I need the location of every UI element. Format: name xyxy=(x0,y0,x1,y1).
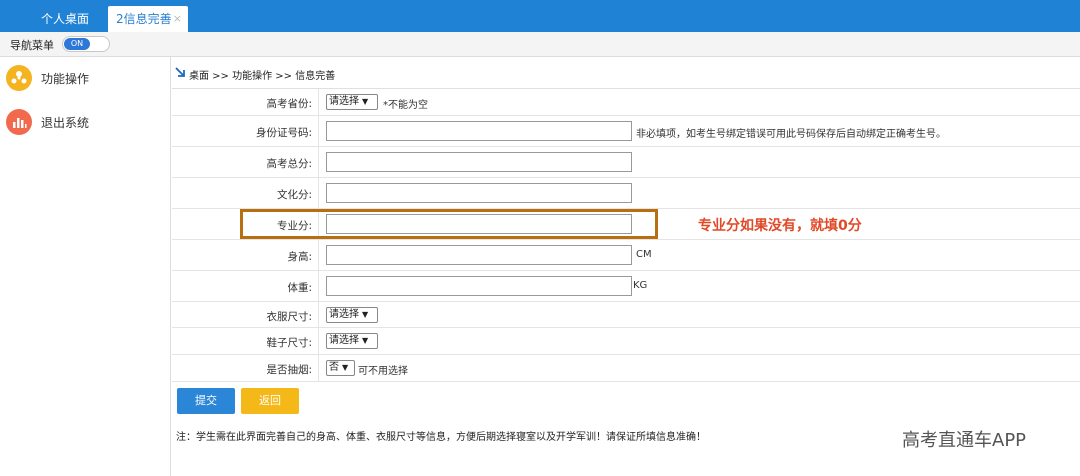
sidebar-item-logout[interactable]: 退出系统 xyxy=(6,109,166,139)
shoe-size-selected-value: 请选择 xyxy=(329,335,359,346)
tab-info-complete-label: 2信息完善 xyxy=(116,12,172,26)
arrow-down-right-icon xyxy=(175,67,185,77)
clothes-size-selected-value: 请选择 xyxy=(329,309,359,320)
id-number-hint: 非必填项，如考生号绑定错误可用此号码保存后自动绑定正确考生号。 xyxy=(636,129,946,140)
total-score-label: 高考总分: xyxy=(266,158,312,170)
smoking-hint: 可不用选择 xyxy=(358,366,408,377)
footer-note: 注：学生需在此界面完善自己的身高、体重、衣服尺寸等信息，方便后期选择寝室以及开学… xyxy=(176,432,706,443)
breadcrumb: 桌面 >> 功能操作 >> 信息完善 xyxy=(172,57,1080,89)
shoe-size-label: 鞋子尺寸: xyxy=(266,337,312,349)
sidebar-item-label: 功能操作 xyxy=(41,72,90,86)
major-score-highlight-box xyxy=(240,209,658,239)
total-score-input[interactable] xyxy=(326,152,632,172)
form-row-id-number: 身份证号码: 非必填项，如考生号绑定错误可用此号码保存后自动绑定正确考生号。 xyxy=(172,116,1080,147)
height-input[interactable] xyxy=(326,245,632,265)
weight-input[interactable] xyxy=(326,276,632,296)
clothes-size-select[interactable]: 请选择 ▼ xyxy=(326,307,378,323)
province-label: 高考省份: xyxy=(266,98,312,110)
chevron-down-icon: ▼ xyxy=(362,310,369,319)
chart-icon xyxy=(6,109,32,135)
breadcrumb-text: 桌面 >> 功能操作 >> 信息完善 xyxy=(189,71,336,82)
smoking-label: 是否抽烟: xyxy=(266,364,312,376)
culture-score-input[interactable] xyxy=(326,183,632,203)
nav-menu-bar: 导航菜单 ON xyxy=(0,32,1080,57)
sidebar-item-label: 退出系统 xyxy=(41,116,90,130)
province-select[interactable]: 请选择 ▼ xyxy=(326,94,378,110)
form-row-height: 身高: CM xyxy=(172,240,1080,271)
tab-info-complete[interactable]: 2信息完善 × xyxy=(108,6,188,32)
form-row-culture-score: 文化分: xyxy=(172,178,1080,209)
clothes-size-label: 衣服尺寸: xyxy=(266,311,312,323)
id-number-input[interactable] xyxy=(326,121,632,141)
form-row-province: 高考省份: 请选择 ▼ *不能为空 xyxy=(172,89,1080,116)
weight-unit: KG xyxy=(633,280,648,291)
top-tab-bar: 个人桌面 2信息完善 × xyxy=(0,0,1080,32)
nav-menu-toggle[interactable]: ON xyxy=(62,36,110,52)
smoking-selected-value: 否 xyxy=(329,362,339,373)
chevron-down-icon: ▼ xyxy=(362,336,369,345)
gear-icon xyxy=(6,65,32,91)
province-selected-value: 请选择 xyxy=(329,96,359,107)
sidebar: 功能操作 退出系统 xyxy=(0,57,171,476)
form-row-weight: 体重: KG xyxy=(172,271,1080,302)
close-icon[interactable]: × xyxy=(173,6,182,32)
submit-button[interactable]: 提交 xyxy=(177,388,235,414)
height-unit: CM xyxy=(636,249,652,260)
form-row-shoe-size: 鞋子尺寸: 请选择 ▼ xyxy=(172,328,1080,355)
weight-label: 体重: xyxy=(287,282,312,294)
form-row-total-score: 高考总分: xyxy=(172,147,1080,178)
chevron-down-icon: ▼ xyxy=(342,363,349,372)
chevron-down-icon: ▼ xyxy=(362,97,369,106)
smoking-select[interactable]: 否 ▼ xyxy=(326,360,355,376)
major-score-annotation: 专业分如果没有，就填0分 xyxy=(698,218,862,234)
nav-menu-label: 导航菜单 xyxy=(10,39,54,52)
back-button[interactable]: 返回 xyxy=(241,388,299,414)
sidebar-item-function[interactable]: 功能操作 xyxy=(6,65,166,95)
form-row-clothes-size: 衣服尺寸: 请选择 ▼ xyxy=(172,302,1080,328)
form-row-smoking: 是否抽烟: 否 ▼ 可不用选择 xyxy=(172,355,1080,382)
culture-score-label: 文化分: xyxy=(276,189,312,201)
toggle-on-label: ON xyxy=(64,38,90,50)
shoe-size-select[interactable]: 请选择 ▼ xyxy=(326,333,378,349)
id-number-label: 身份证号码: xyxy=(255,127,312,139)
watermark: 高考直通车APP xyxy=(902,430,1027,451)
tab-personal-desktop[interactable]: 个人桌面 xyxy=(22,6,108,32)
height-label: 身高: xyxy=(287,251,312,263)
province-hint: *不能为空 xyxy=(383,100,428,111)
